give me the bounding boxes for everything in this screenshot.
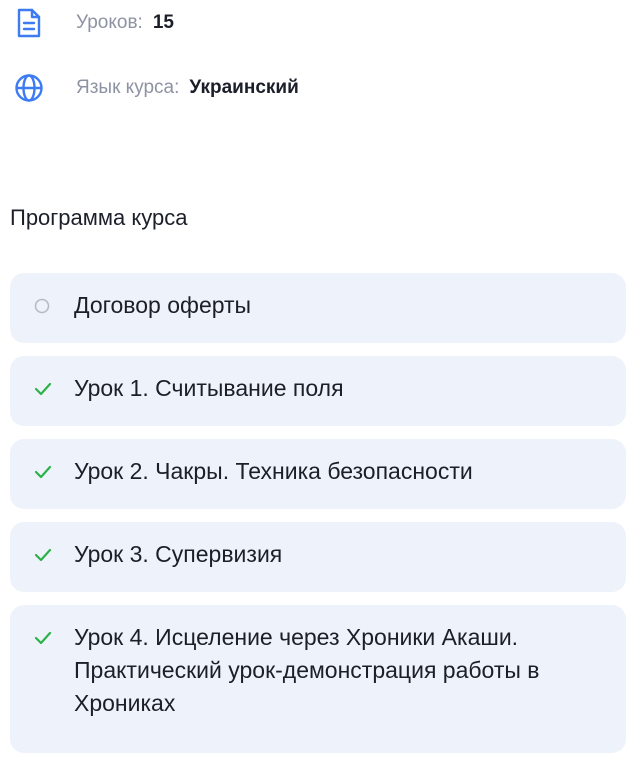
- program-list: Договор оферты Урок 1. Считывание поля У…: [10, 273, 626, 766]
- lessons-value: 15: [152, 12, 174, 33]
- program-title: Программа курса: [10, 205, 188, 230]
- globe-icon: [12, 71, 46, 105]
- course-language-row: Язык курса: Украинский: [12, 71, 299, 105]
- lessons-count-row: Уроков: 15: [12, 6, 174, 40]
- lesson-label: Урок 1. Считывание поля: [74, 375, 344, 401]
- lesson-item-2[interactable]: Урок 2. Чакры. Техника безопасности: [10, 439, 626, 509]
- lesson-item-offer[interactable]: Договор оферты: [10, 273, 626, 343]
- lesson-label: Урок 4. Исцеление через Хроники Акаши. П…: [74, 624, 540, 716]
- lesson-item-1[interactable]: Урок 1. Считывание поля: [10, 356, 626, 426]
- lesson-label: Урок 2. Чакры. Техника безопасности: [74, 458, 473, 484]
- language-label: Язык курса:: [76, 77, 180, 98]
- circle-icon: [34, 292, 74, 320]
- lesson-item-4[interactable]: Урок 4. Исцеление через Хроники Акаши. П…: [10, 605, 626, 753]
- lesson-label: Договор оферты: [74, 292, 252, 318]
- check-icon: [34, 624, 74, 652]
- lessons-label: Уроков:: [76, 12, 143, 33]
- check-icon: [34, 375, 74, 403]
- lesson-item-3[interactable]: Урок 3. Супервизия: [10, 522, 626, 592]
- lesson-label: Урок 3. Супервизия: [74, 541, 283, 567]
- check-icon: [34, 541, 74, 569]
- document-icon: [12, 6, 46, 40]
- check-icon: [34, 458, 74, 486]
- language-value: Украинский: [189, 77, 299, 98]
